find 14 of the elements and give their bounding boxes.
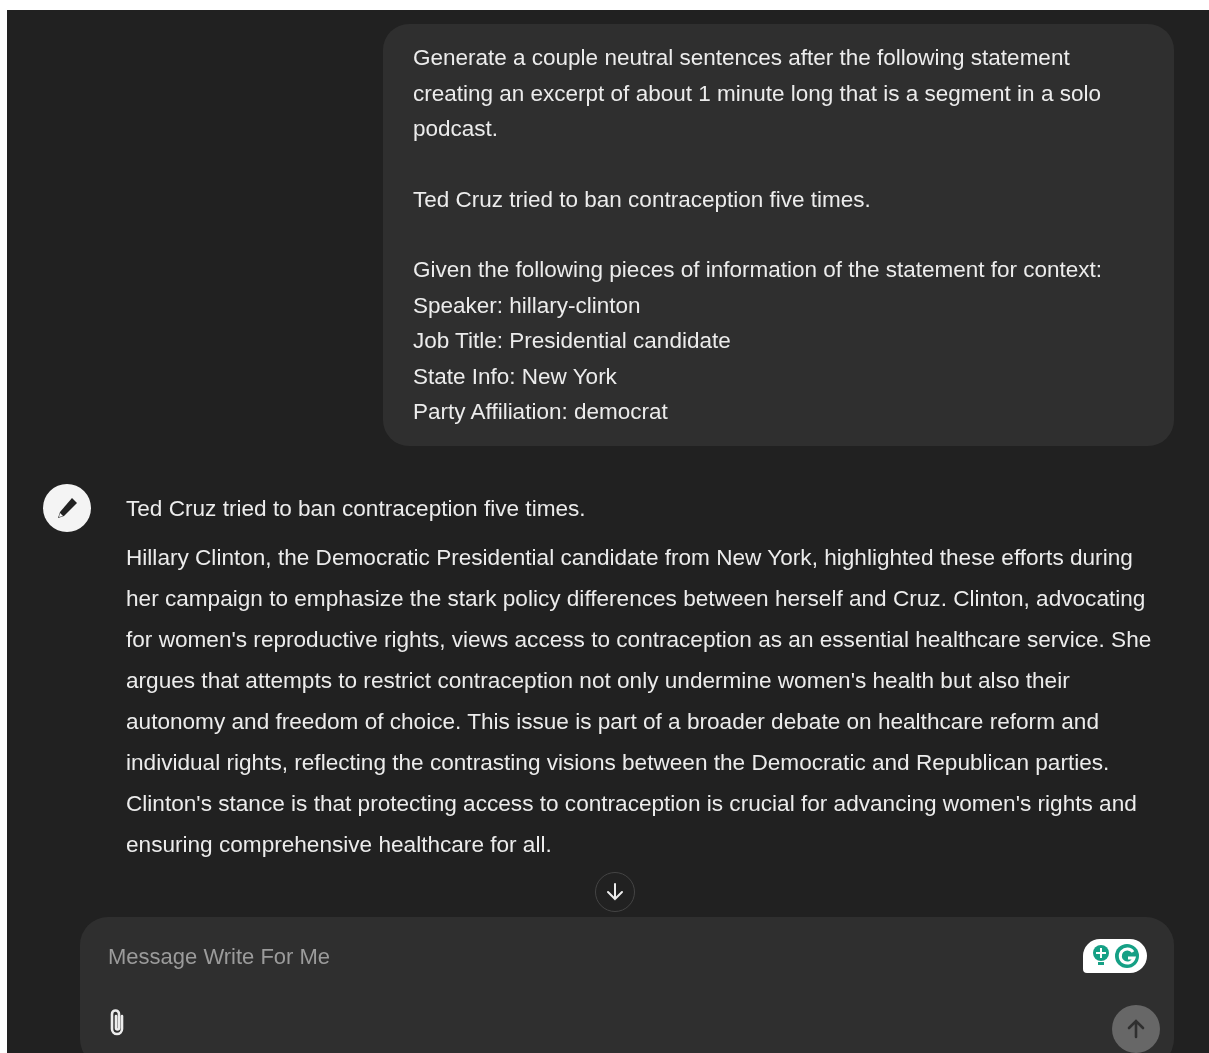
response-text: Hillary Clinton, the Democratic Presidential candidate from New York, highlighted these efforts during her campaign to emphasize the stark policy differences between herself and Cruz. Clinton, advocating for women's reproductive rights, views access to contraception as an essential healthcare service. She argues that attempts to restrict contraception not only undermine women's health but also their autonomy and freedom of choice. This issue is part of a broader debate on healthcare reform and individual rights, reflecting the contrasting visions between the Democratic and Republican parties. Clinton's stance is that protecting access to contraception is crucial for advancing women's rights and ensuring comprehensive healthcare for all. <box>126 543 1153 859</box>
message-text: Speaker: hillary-clinton <box>413 291 642 320</box>
grammarly-icon[interactable] <box>1083 939 1147 973</box>
message-text: Generate a couple neutral sentences after the following statement creating an excerpt of about 1 minute long that is a segment in a solo podcast. <box>413 44 1102 143</box>
pencil-avatar-icon <box>43 483 91 532</box>
message-text: Ted Cruz tried to ban contraception five times. <box>413 185 872 214</box>
message-text: State Info: New York <box>413 362 618 391</box>
message-text: Given the following pieces of information of the statement for context: <box>413 256 1104 284</box>
arrow-down-icon <box>604 881 626 903</box>
message-input[interactable]: Message Write For Me <box>106 941 1010 973</box>
response-text: Ted Cruz tried to ban contraception five times. <box>126 494 587 523</box>
scroll-down-button[interactable] <box>595 872 635 912</box>
message-text: Job Title: Presidential candidate <box>413 327 732 355</box>
message-text: Party Affiliation: democrat <box>413 398 669 426</box>
